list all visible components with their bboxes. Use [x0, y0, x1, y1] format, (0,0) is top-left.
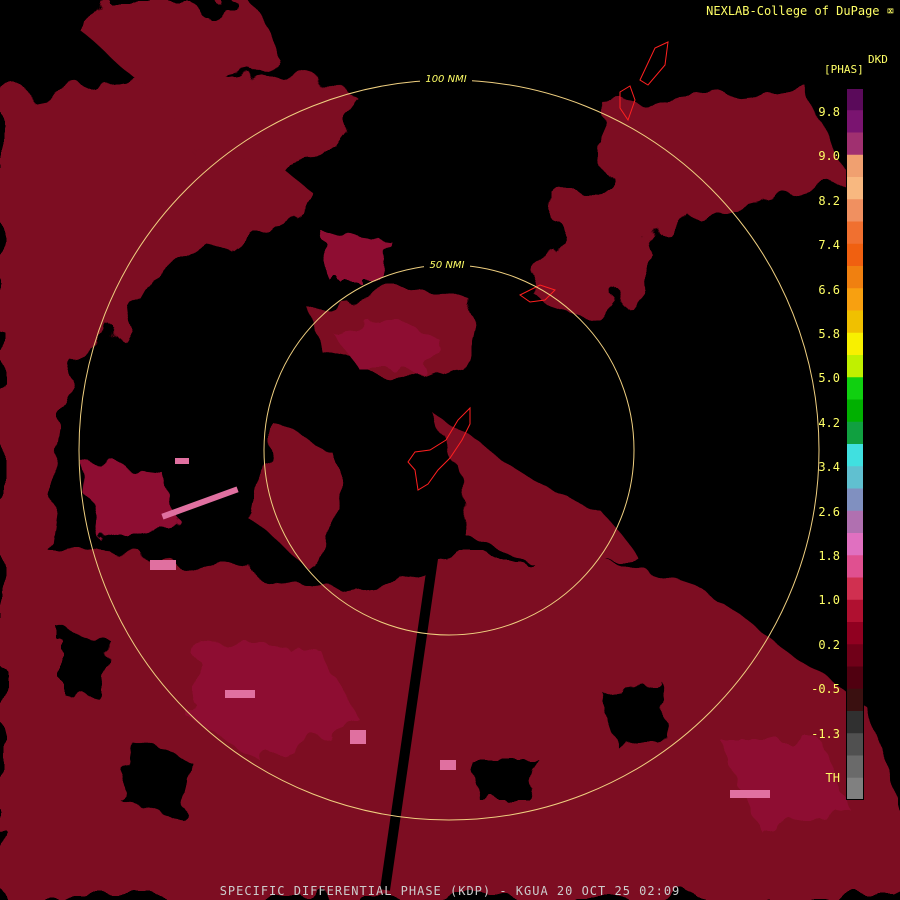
color-swatch	[846, 221, 864, 245]
color-swatch	[846, 488, 864, 512]
logo-icon: ⌧	[886, 4, 894, 18]
color-swatch	[846, 666, 864, 690]
color-scale-bar	[846, 88, 864, 800]
color-swatch	[846, 399, 864, 423]
credit-label: NEXLAB-College of DuPage ⌧	[706, 4, 894, 18]
color-swatch	[846, 332, 864, 356]
color-swatch	[846, 110, 864, 133]
legend-unit-line1: DKD	[868, 53, 888, 66]
color-swatch	[846, 755, 864, 779]
color-swatch	[846, 466, 864, 489]
color-swatch	[846, 199, 864, 222]
color-swatch	[846, 533, 864, 556]
color-swatch	[846, 132, 864, 156]
color-swatch	[846, 266, 864, 289]
color-swatch	[846, 622, 864, 645]
color-swatch	[846, 688, 864, 712]
color-swatch	[846, 243, 864, 267]
color-swatch	[846, 177, 864, 200]
color-swatch	[846, 421, 864, 445]
legend-unit-line2: [PHAS]	[824, 63, 864, 76]
color-swatch	[846, 377, 864, 400]
color-swatch	[846, 310, 864, 334]
color-swatch	[846, 154, 864, 178]
color-swatch	[846, 777, 864, 800]
color-swatch	[846, 555, 864, 578]
ring-label-50: 50 NMI	[430, 260, 465, 271]
color-swatch	[846, 644, 864, 667]
ring-label-100: 100 NMI	[425, 74, 466, 85]
color-swatch	[846, 599, 864, 623]
color-swatch	[846, 88, 864, 111]
color-swatch	[846, 444, 864, 467]
color-swatch	[846, 510, 864, 534]
color-swatch	[846, 733, 864, 756]
credit-text: NEXLAB-College of DuPage	[706, 4, 880, 18]
color-swatch	[846, 577, 864, 601]
color-swatch	[846, 711, 864, 734]
product-title: SPECIFIC DIFFERENTIAL PHASE (KDP) - KGUA…	[219, 884, 681, 898]
radar-map: 100 NMI 50 NMI	[0, 0, 900, 900]
color-swatch	[846, 355, 864, 378]
color-swatch	[846, 288, 864, 311]
